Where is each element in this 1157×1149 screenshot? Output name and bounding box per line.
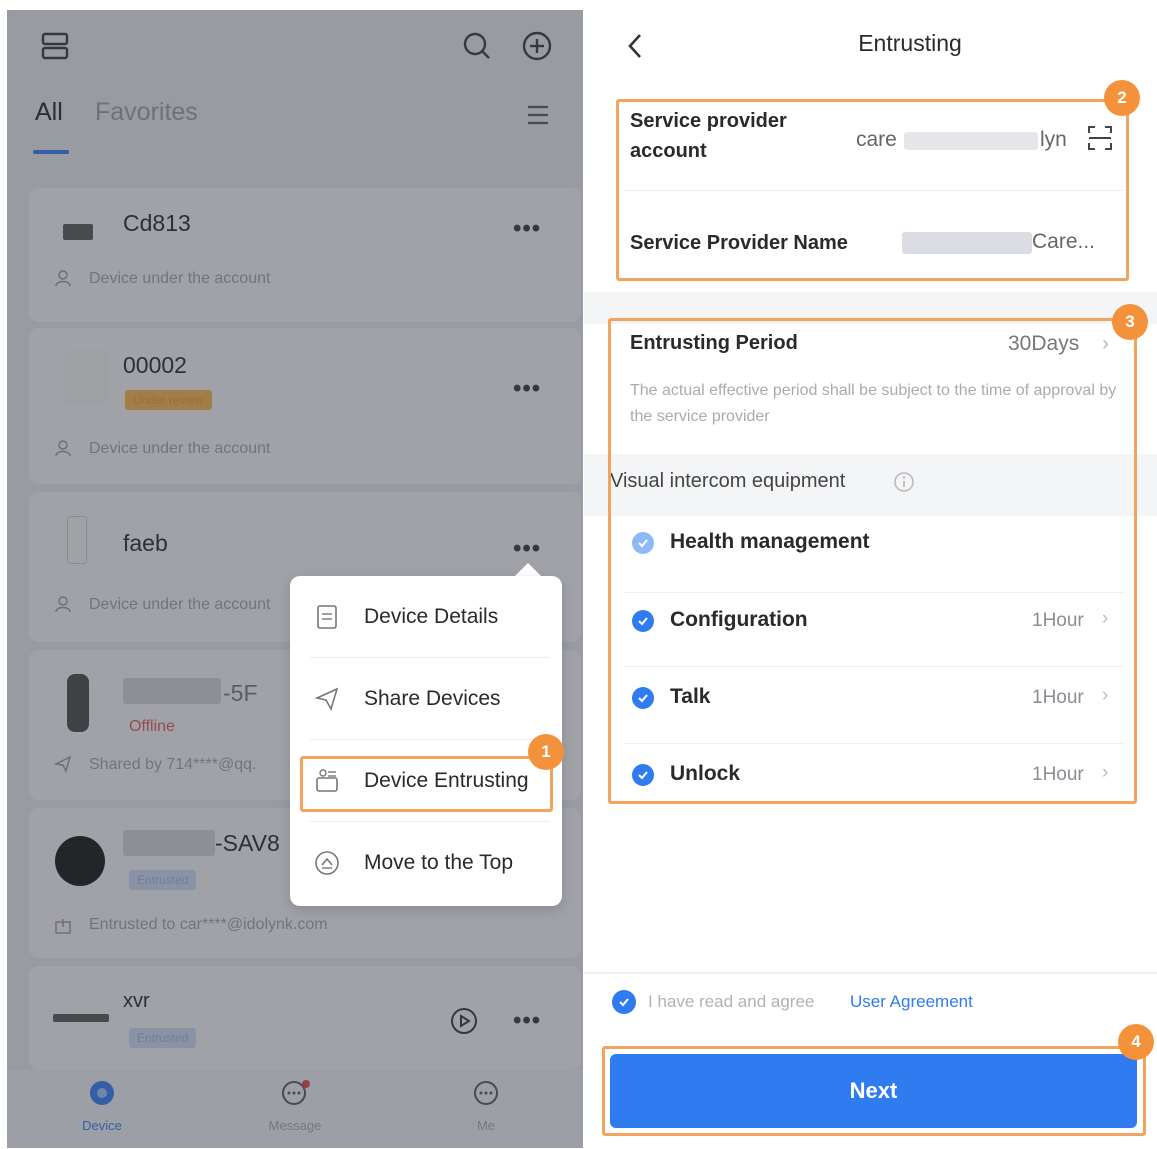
user-agreement-link[interactable]: User Agreement bbox=[850, 992, 973, 1012]
agreement-checkbox[interactable] bbox=[612, 990, 636, 1014]
menu-item-move-to-top[interactable]: Move to the Top bbox=[290, 822, 562, 904]
document-icon bbox=[314, 604, 340, 630]
agreement-text: I have read and agree bbox=[648, 992, 815, 1011]
step-badge-1: 1 bbox=[528, 734, 564, 770]
menu-item-share-devices[interactable]: Share Devices bbox=[290, 658, 562, 740]
step-badge-4: 4 bbox=[1118, 1024, 1154, 1060]
menu-label: Share Devices bbox=[364, 687, 501, 710]
highlight-box-2 bbox=[616, 99, 1129, 281]
step-badge-3: 3 bbox=[1112, 304, 1148, 340]
highlight-box-1 bbox=[300, 756, 553, 812]
pin-top-icon bbox=[314, 850, 340, 876]
highlight-box-3 bbox=[608, 318, 1137, 804]
menu-label: Device Details bbox=[364, 605, 499, 628]
screenshot-root: All Favorites Cd813 ••• Device under the… bbox=[0, 0, 1157, 1149]
menu-item-device-details[interactable]: Device Details bbox=[290, 576, 562, 658]
step-badge-2: 2 bbox=[1104, 80, 1140, 116]
footer-gap bbox=[584, 972, 1157, 974]
page-title: Entrusting bbox=[858, 30, 962, 56]
popup-arrow bbox=[514, 563, 542, 577]
device-actions-popup: Device Details Share Devices Device Entr… bbox=[290, 576, 562, 906]
menu-label: Move to the Top bbox=[364, 851, 514, 874]
highlight-box-4 bbox=[602, 1046, 1146, 1136]
share-icon bbox=[314, 686, 340, 712]
